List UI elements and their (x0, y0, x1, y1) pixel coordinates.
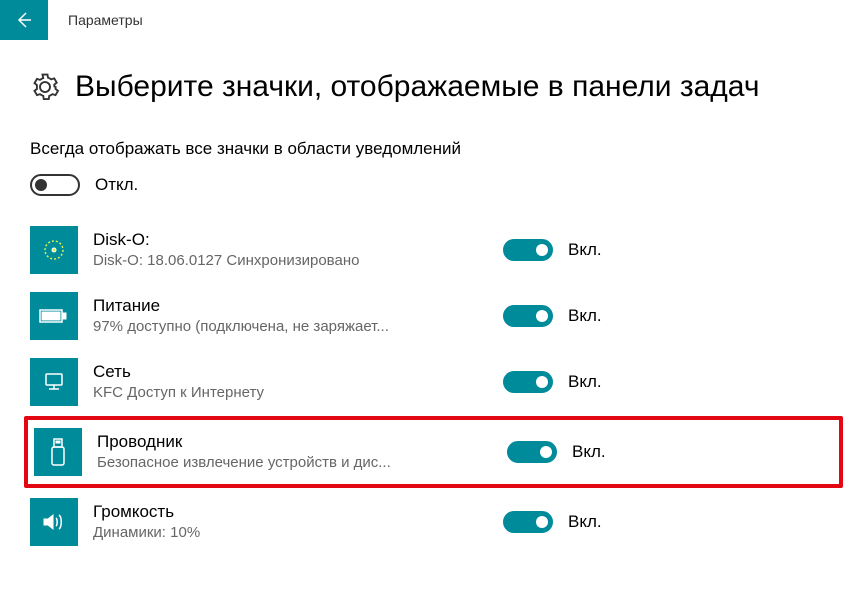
item-toggle-label: Вкл. (572, 442, 606, 462)
titlebar: Параметры (0, 0, 867, 40)
item-text: СетьKFC Доступ к Интернету (93, 361, 473, 403)
master-toggle[interactable] (30, 174, 80, 196)
content: Выберите значки, отображаемые в панели з… (0, 40, 867, 556)
item-toggle[interactable] (503, 305, 553, 327)
item-toggle-wrap: Вкл. (503, 305, 602, 327)
item-title: Громкость (93, 501, 473, 523)
arrow-left-icon (14, 10, 34, 30)
item-desc: Безопасное извлечение устройств и дис... (97, 453, 477, 473)
item-row: ПроводникБезопасное извлечение устройств… (24, 416, 843, 488)
item-toggle-label: Вкл. (568, 306, 602, 326)
item-toggle-wrap: Вкл. (503, 371, 602, 393)
page-title: Выберите значки, отображаемые в панели з… (75, 70, 759, 104)
master-toggle-label: Откл. (95, 175, 138, 195)
item-toggle[interactable] (503, 371, 553, 393)
item-row: Питание97% доступно (подключена, не заря… (30, 292, 837, 340)
item-text: ГромкостьДинамики: 10% (93, 501, 473, 543)
item-toggle-label: Вкл. (568, 240, 602, 260)
network-icon (30, 358, 78, 406)
item-toggle[interactable] (507, 441, 557, 463)
master-toggle-row: Откл. (30, 174, 837, 196)
item-toggle-wrap: Вкл. (507, 441, 606, 463)
item-toggle[interactable] (503, 239, 553, 261)
item-text: Disk-O:Disk-O: 18.06.0127 Синхронизирова… (93, 229, 473, 271)
item-toggle-label: Вкл. (568, 372, 602, 392)
item-title: Disk-O: (93, 229, 473, 251)
item-toggle-label: Вкл. (568, 512, 602, 532)
item-desc: Динамики: 10% (93, 523, 473, 543)
item-desc: KFC Доступ к Интернету (93, 383, 473, 403)
always-show-label: Всегда отображать все значки в области у… (30, 139, 837, 159)
titlebar-text: Параметры (68, 12, 143, 28)
item-desc: 97% доступно (подключена, не заряжает... (93, 317, 473, 337)
volume-icon (30, 498, 78, 546)
gear-icon (30, 72, 60, 102)
item-title: Сеть (93, 361, 473, 383)
items-list: Disk-O:Disk-O: 18.06.0127 Синхронизирова… (30, 226, 837, 546)
item-desc: Disk-O: 18.06.0127 Синхронизировано (93, 251, 473, 271)
disk-o-icon (30, 226, 78, 274)
item-text: ПроводникБезопасное извлечение устройств… (97, 431, 477, 473)
item-text: Питание97% доступно (подключена, не заря… (93, 295, 473, 337)
back-button[interactable] (0, 0, 48, 40)
item-toggle[interactable] (503, 511, 553, 533)
page-header: Выберите значки, отображаемые в панели з… (30, 70, 837, 104)
item-title: Проводник (97, 431, 477, 453)
item-title: Питание (93, 295, 473, 317)
item-row: СетьKFC Доступ к Интернету Вкл. (30, 358, 837, 406)
item-toggle-wrap: Вкл. (503, 239, 602, 261)
item-toggle-wrap: Вкл. (503, 511, 602, 533)
item-row: Disk-O:Disk-O: 18.06.0127 Синхронизирова… (30, 226, 837, 274)
item-row: ГромкостьДинамики: 10% Вкл. (30, 498, 837, 546)
usb-icon (34, 428, 82, 476)
battery-icon (30, 292, 78, 340)
